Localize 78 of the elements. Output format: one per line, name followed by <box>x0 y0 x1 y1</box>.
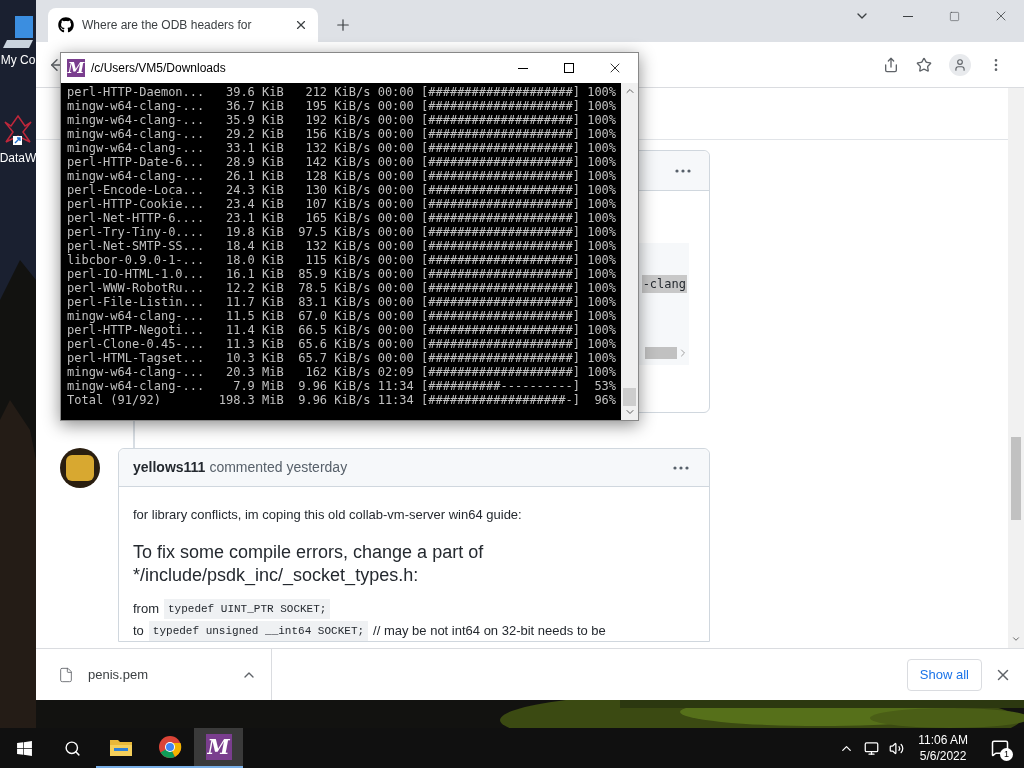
output-line: perl-HTML-Tagset... 10.3 KiB 65.7 KiB/s 00:00 [####################] 100% <box>67 351 617 365</box>
comment-text: to <box>133 622 144 640</box>
comment-heading: To fix some compile errors, change a part of */include/psdk_inc/_socket_types.h: <box>133 541 485 587</box>
download-item[interactable]: penis.pem <box>36 649 272 700</box>
output-line: perl-HTTP-Negoti... 11.4 KiB 66.5 KiB/s 00:00 [####################] 100% <box>67 323 617 337</box>
windows-logo-icon <box>15 739 33 757</box>
close-tab-icon <box>294 18 308 32</box>
desktop-icon-label[interactable]: DataW <box>0 150 37 166</box>
output-line: perl-Encode-Loca... 24.3 KiB 130 KiB/s 00:00 [####################] 100% <box>67 183 617 197</box>
avatar[interactable] <box>60 448 100 488</box>
spider-icon[interactable] <box>3 112 33 148</box>
output-line: Total (91/92) 198.3 MiB 9.96 KiB/s 11:34 [###################-] 96% <box>67 393 617 407</box>
comment-text: // may be not int64 on 32-bit needs to be <box>373 622 606 640</box>
bookmark-star-icon <box>916 56 932 73</box>
folder-icon <box>108 737 133 757</box>
output-line: mingw-w64-clang-... 35.9 KiB 192 KiB/s 00:00 [####################] 100% <box>67 113 617 127</box>
file-icon <box>58 666 74 683</box>
notification-icon <box>991 739 1009 757</box>
clock[interactable]: 11:06 AM 5/6/2022 <box>910 732 976 764</box>
scroll-down-icon <box>1011 634 1021 644</box>
new-tab-icon <box>334 16 352 34</box>
download-filename: penis.pem <box>88 665 148 684</box>
taskbar-app[interactable]: M <box>194 728 243 768</box>
app-logo: M <box>205 734 232 760</box>
notification-count: 1 <box>1000 748 1013 761</box>
output-line: mingw-w64-clang-... 29.2 KiB 156 KiB/s 00:00 [####################] 100% <box>67 127 617 141</box>
profile-icon[interactable] <box>949 53 971 76</box>
scrollbar-thumb[interactable] <box>1011 437 1021 520</box>
horizontal-scrollbar[interactable] <box>645 347 677 359</box>
output-line: perl-File-Listin... 11.7 KiB 83.1 KiB/s 00:00 [####################] 100% <box>67 295 617 309</box>
output-line: mingw-w64-clang-... 26.1 KiB 128 KiB/s 00:00 [####################] 100% <box>67 169 617 183</box>
minimize-icon <box>518 67 528 69</box>
output-line: perl-HTTP-Daemon... 39.6 KiB 212 KiB/s 00:00 [####################] 100% <box>67 85 617 99</box>
minimize-icon[interactable] <box>903 15 913 17</box>
comment-meta: commented yesterday <box>209 458 348 477</box>
clock-time: 11:06 AM <box>918 732 968 748</box>
comment-author[interactable]: yellows111 <box>133 457 206 478</box>
scrollbar[interactable] <box>621 83 638 420</box>
output-line: perl-IO-HTML-1.0... 16.1 KiB 85.9 KiB/s 00:00 [####################] 100% <box>67 267 617 281</box>
output-line: perl-Net-SMTP-SS... 18.4 KiB 132 KiB/s 00:00 [####################] 100% <box>67 239 617 253</box>
output-line: mingw-w64-clang-... 36.7 KiB 195 KiB/s 00:00 [####################] 100% <box>67 99 617 113</box>
maximize-icon <box>949 10 960 22</box>
show-all-button[interactable]: Show all <box>906 658 982 691</box>
network-icon <box>864 740 880 756</box>
inline-code: typedef UINT_PTR SOCKET; <box>164 599 331 619</box>
computer-icon[interactable] <box>3 14 33 50</box>
share-icon <box>883 56 899 73</box>
output-line: perl-HTTP-Date-6... 28.9 KiB 142 KiB/s 00:00 [####################] 100% <box>67 155 617 169</box>
browser-tab[interactable]: Where are the ODB headers for <box>48 8 318 42</box>
comment-text: from <box>133 600 159 618</box>
output-line: mingw-w64-clang-... 11.5 KiB 67.0 KiB/s 00:00 [####################] 100% <box>67 309 617 323</box>
clock-date: 5/6/2022 <box>919 748 967 764</box>
output-line: perl-Clone-0.45-... 11.3 KiB 65.6 KiB/s 00:00 [####################] 100% <box>67 337 617 351</box>
output-line: mingw-w64-clang-... 33.1 KiB 132 KiB/s 00:00 [####################] 100% <box>67 141 617 155</box>
github-icon <box>58 17 74 33</box>
notification-button[interactable]: 1 <box>976 728 1024 768</box>
output-line: perl-WWW-RobotRu... 12.2 KiB 78.5 KiB/s 00:00 [####################] 100% <box>67 281 617 295</box>
output-line: libcbor-0.9.0-1-... 18.0 KiB 115 KiB/s 00:00 [####################] 100% <box>67 253 617 267</box>
output-line: mingw-w64-clang-... 7.9 MiB 9.96 KiB/s 11:34 [##########----------] 53% <box>67 379 617 393</box>
maximize-icon <box>564 63 574 73</box>
output-line: mingw-w64-clang-... 20.3 MiB 162 KiB/s 02:09 [####################] 100% <box>67 365 617 379</box>
window-title: /c/Users/VM5/Downloads <box>91 60 226 77</box>
search-icon <box>63 739 81 757</box>
chrome-icon <box>157 735 182 759</box>
desktop-icon-label[interactable]: My Co <box>0 52 36 68</box>
volume-icon <box>889 740 905 756</box>
comment-text: for library conflicts, im coping this old collab-vm-server win64 guide: <box>133 506 523 524</box>
output-line: perl-Try-Tiny-0.... 19.8 KiB 97.5 KiB/s 00:00 [####################] 100% <box>67 225 617 239</box>
output-line: perl-HTTP-Cookie... 23.4 KiB 107 KiB/s 00:00 [####################] 100% <box>67 197 617 211</box>
tab-title: Where are the ODB headers for <box>82 17 252 34</box>
page-scrollbar[interactable] <box>1008 88 1024 648</box>
more-options-icon[interactable] <box>675 168 691 173</box>
app-logo: M <box>67 59 85 77</box>
more-options-icon[interactable] <box>673 465 689 470</box>
output-line: perl-Net-HTTP-6.... 23.1 KiB 165 KiB/s 00:00 [####################] 100% <box>67 211 617 225</box>
scrollbar-thumb[interactable] <box>623 388 636 406</box>
inline-code: typedef unsigned __int64 SOCKET; <box>148 621 369 641</box>
code-text: -clang <box>641 275 687 293</box>
